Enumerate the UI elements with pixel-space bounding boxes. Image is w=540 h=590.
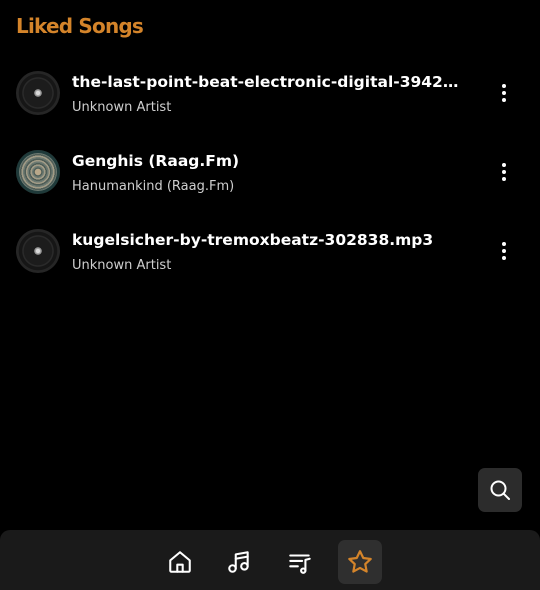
song-title: kugelsicher-by-tremoxbeatz-302838.mp3 [72,231,434,249]
more-options-icon[interactable] [494,239,514,263]
page-title: Liked Songs [16,14,144,38]
home-icon [169,551,191,573]
nav-songs-button[interactable] [217,540,261,584]
vinyl-disc-icon [16,71,60,115]
song-artist: Hanumankind (Raag.Fm) [72,179,235,194]
more-options-icon[interactable] [494,81,514,105]
star-icon [348,550,372,573]
playlist-icon [289,554,311,574]
music-note-icon [228,551,249,573]
song-list-item[interactable]: kugelsicher-by-tremoxbeatz-302838.mp3 Un… [0,229,540,289]
song-list-item[interactable]: Genghis (Raag.Fm) Hanumankind (Raag.Fm) [0,150,540,210]
more-options-icon[interactable] [494,160,514,184]
album-art-icon [16,150,60,194]
nav-playlists-button[interactable] [278,540,322,584]
song-list-item[interactable]: the-last-point-beat-electronic-digital-3… [0,71,540,131]
vinyl-disc-icon [16,229,60,273]
search-button[interactable] [478,468,522,512]
nav-home-button[interactable] [158,540,202,584]
search-icon [490,480,510,500]
bottom-nav-bar [0,530,540,590]
song-artist: Unknown Artist [72,100,172,115]
song-artist: Unknown Artist [72,258,172,273]
song-title: Genghis (Raag.Fm) [72,152,240,170]
song-title: the-last-point-beat-electronic-digital-3… [72,73,462,91]
nav-liked-button[interactable] [338,540,382,584]
